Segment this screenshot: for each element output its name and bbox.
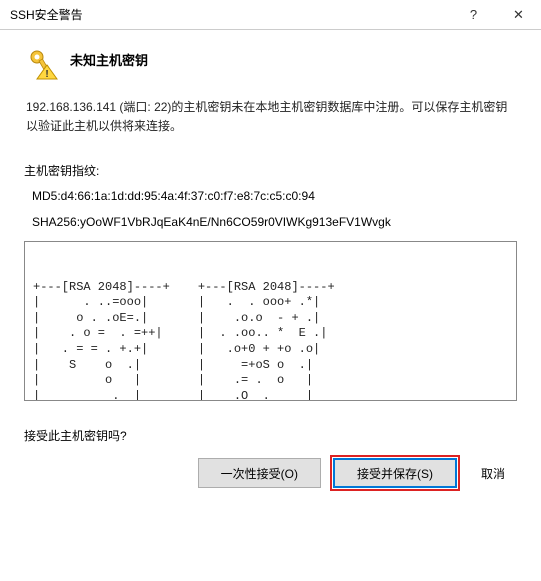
md5-fingerprint: MD5:d4:66:1a:1d:dd:95:4a:4f:37:c0:f7:e8:… — [32, 189, 517, 203]
accept-prompt: 接受此主机密钥吗? — [24, 427, 517, 444]
titlebar: SSH安全警告 ? ✕ — [0, 0, 541, 30]
cancel-button[interactable]: 取消 — [469, 458, 517, 488]
dialog-heading: 未知主机密钥 — [70, 50, 148, 69]
dialog-message: 192.168.136.141 (端口: 22)的主机密钥未在本地主机密钥数据库… — [26, 98, 517, 136]
header-row: ! 未知主机密钥 — [24, 46, 517, 82]
randomart-md5: +---[RSA 2048]----+ | . ..=ooo| | o . .o… — [33, 280, 170, 402]
accept-save-button[interactable]: 接受并保存(S) — [333, 458, 457, 488]
close-button[interactable]: ✕ — [496, 0, 541, 30]
accept-once-button[interactable]: 一次性接受(O) — [198, 458, 321, 488]
svg-text:!: ! — [45, 69, 48, 80]
window-title: SSH安全警告 — [0, 6, 451, 23]
button-row: 一次性接受(O) 接受并保存(S) 取消 — [24, 458, 517, 488]
fingerprint-label: 主机密钥指纹: — [24, 162, 517, 179]
randomart-box: +---[RSA 2048]----+ | . ..=ooo| | o . .o… — [24, 241, 517, 401]
warning-key-icon: ! — [24, 46, 60, 82]
help-button[interactable]: ? — [451, 0, 496, 30]
randomart-sha256: +---[RSA 2048]----+ | . . ooo+ .*| | .o.… — [198, 280, 335, 402]
dialog-content: ! 未知主机密钥 192.168.136.141 (端口: 22)的主机密钥未在… — [0, 30, 541, 500]
sha256-fingerprint: SHA256:yOoWF1VbRJqEaK4nE/Nn6CO59r0VIWKg9… — [32, 215, 517, 229]
